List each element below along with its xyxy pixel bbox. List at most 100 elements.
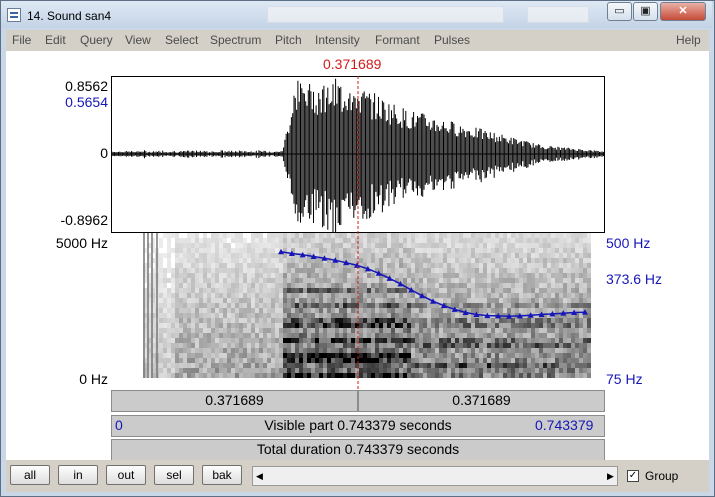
spectrogram-cell [523,258,527,263]
spectrogram-cell [247,273,251,278]
spectrogram-cell [447,313,451,318]
spectrogram-cell [191,273,195,278]
spectrogram-cell [343,313,347,318]
spectrogram-cell [175,363,179,368]
spectrogram-cell [291,298,295,303]
spectrogram-cell [419,248,423,253]
spectrogram-cell [475,293,479,298]
spectrogram-cell [435,248,439,253]
spectrogram-cell [535,283,539,288]
title-bar[interactable]: 14. Sound san4 ▭ ▣ ✕ [1,1,712,28]
spectrogram-cell [387,333,391,338]
zoom-in-button[interactable]: in [58,465,98,485]
spectrogram-cell [543,238,547,243]
spectrogram-cell [587,333,591,338]
spectrogram-cell [583,338,587,343]
spectrogram-cell [183,373,187,378]
spectrogram-cell [347,308,351,313]
spectrogram-cell [295,303,299,308]
menu-query[interactable]: Query [80,33,113,47]
group-checkbox[interactable]: ✓ [627,470,639,482]
menu-pulses[interactable]: Pulses [434,33,470,47]
spectrogram-cell [579,348,583,353]
spectrogram-cell [471,353,475,358]
spectrogram-cell [507,238,511,243]
spectrogram-cell [171,333,175,338]
spectrogram-cell [427,338,431,343]
spectrogram-cell [527,253,531,258]
spectrogram-cell [411,343,415,348]
spectrogram-cell [443,298,447,303]
spectrogram-cell [395,328,399,333]
menu-formant[interactable]: Formant [375,33,420,47]
menu-edit[interactable]: Edit [45,33,66,47]
spectrogram-cell [519,268,523,273]
close-button[interactable]: ✕ [660,2,706,21]
spectrogram-cell [471,248,475,253]
spectrogram-cell [355,363,359,368]
spectrogram-cell [183,358,187,363]
visible-part-bar[interactable]: Visible part 0.743379 seconds [111,415,605,437]
zoom-back-button[interactable]: bak [202,465,242,485]
menu-intensity[interactable]: Intensity [315,33,360,47]
spectrogram-cell [187,343,191,348]
spectrogram-cell [355,358,359,363]
spectrogram-panel[interactable] [111,233,605,390]
spectrogram-cell [471,283,475,288]
spectrogram-cell [431,273,435,278]
spectrogram-cell [179,288,183,293]
scroll-left-arrow[interactable]: ◀ [253,466,266,486]
spectrogram-cell [271,308,275,313]
spectrogram-cell [287,333,291,338]
spectrogram-cell [491,238,495,243]
spectrogram-cell [367,373,371,378]
spectrogram-cell [427,243,431,248]
spectrogram-cell [431,263,435,268]
spectrogram-cell [403,323,407,328]
time-segment-left[interactable]: 0.371689 [111,390,358,412]
spectrogram-cell [303,323,307,328]
spectrogram-cell [455,333,459,338]
spectrogram-cell [427,343,431,348]
spectrogram-cell [511,253,515,258]
menu-select[interactable]: Select [165,33,198,47]
spectrogram-cell [227,258,231,263]
spectrogram-cell [495,273,499,278]
waveform-panel[interactable] [111,76,605,233]
time-segment-right[interactable]: 0.371689 [358,390,605,412]
zoom-all-button[interactable]: all [10,465,50,485]
spectrogram-cell [219,338,223,343]
time-scrollbar[interactable] [252,466,618,486]
spectrogram-cell [379,343,383,348]
zoom-out-button[interactable]: out [106,465,146,485]
spectrogram-cell [563,363,567,368]
menu-view[interactable]: View [125,33,151,47]
spectrogram-cell [391,353,395,358]
spectrogram-cell [335,323,339,328]
spectrogram-cell [267,318,271,323]
minimize-button[interactable]: ▭ [607,2,632,21]
menu-pitch[interactable]: Pitch [275,33,302,47]
spectrogram-cell [491,358,495,363]
scroll-right-arrow[interactable]: ▶ [604,466,617,486]
spectrogram-cell [247,353,251,358]
menu-help[interactable]: Help [676,33,701,47]
spectrogram-cell [219,288,223,293]
spectrogram-cell [303,243,307,248]
total-duration-bar[interactable]: Total duration 0.743379 seconds [111,439,605,461]
zoom-selection-button[interactable]: sel [154,465,194,485]
spectrogram-cell [227,328,231,333]
spectrogram-cell [163,338,167,343]
spectrogram-cell [503,323,507,328]
spectrogram-cell [547,268,551,273]
spectrogram-cell [203,278,207,283]
spectrogram-cell [159,343,163,348]
spectrogram-cell [479,278,483,283]
menu-spectrum[interactable]: Spectrum [210,33,261,47]
spectrogram-cell [499,243,503,248]
maximize-button[interactable]: ▣ [633,2,658,21]
menu-file[interactable]: File [12,33,31,47]
spectrogram-cell [539,333,543,338]
spectrogram-cell [371,373,375,378]
spectrogram-cell [187,298,191,303]
